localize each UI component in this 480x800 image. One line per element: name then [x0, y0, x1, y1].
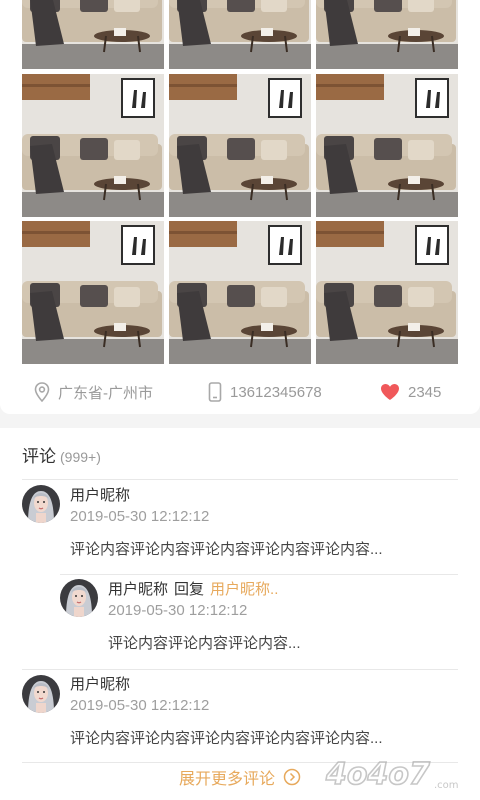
chevron-right-circle-icon — [283, 768, 301, 786]
photo-grid — [22, 0, 458, 364]
heart-icon — [381, 384, 399, 400]
like-count: 2345 — [408, 383, 442, 401]
location-info: 广东省-广州市 — [34, 382, 153, 402]
username-text: 用户昵称 — [70, 676, 131, 693]
photo-image — [316, 74, 458, 217]
photo-image — [22, 221, 164, 364]
phone-info[interactable]: 13612345678 — [208, 382, 322, 402]
watermark-logo: 4o4o7 .com — [324, 756, 459, 793]
svg-text:.com: .com — [434, 780, 459, 791]
location-text: 广东省-广州市 — [58, 384, 153, 402]
photo-image — [316, 221, 458, 364]
comment-text: 评论内容评论内容评论内容评论内容评论内容... — [70, 730, 383, 747]
comment-item: 用户昵称 2019-05-30 12:12:12 评论内容评论内容评论内容评论内… — [0, 428, 480, 758]
photo-thumbnail[interactable] — [316, 0, 458, 69]
svg-text:4o4o7: 4o4o7 — [325, 757, 430, 792]
photo-thumbnail[interactable] — [316, 74, 458, 217]
photo-image — [169, 0, 311, 69]
avatar[interactable] — [22, 675, 60, 713]
like-button[interactable]: 2345 — [380, 382, 441, 402]
photo-thumbnail[interactable] — [22, 74, 164, 217]
photo-image — [22, 0, 164, 69]
comment-time: 2019-05-30 12:12:12 — [70, 697, 210, 714]
photo-image — [169, 221, 311, 364]
photo-image — [169, 74, 311, 217]
comment-username[interactable]: 用户昵称 — [70, 673, 130, 694]
phone-icon — [208, 382, 222, 402]
post-card: 广东省-广州市 13612345678 2345 — [0, 0, 480, 414]
photo-thumbnail[interactable] — [169, 0, 311, 69]
expand-label: 展开更多评论 — [178, 771, 275, 788]
photo-thumbnail[interactable] — [316, 221, 458, 364]
location-pin-icon — [34, 382, 50, 402]
photo-thumbnail[interactable] — [22, 0, 164, 69]
photo-image — [22, 74, 164, 217]
post-meta-row: 广东省-广州市 13612345678 2345 — [0, 374, 480, 410]
photo-thumbnail[interactable] — [22, 221, 164, 364]
comments-section: 评论 (999+) 用户昵称 2019-05-30 12:12:12 评论内容评… — [0, 428, 480, 800]
photo-image — [316, 0, 458, 69]
avatar-image — [22, 675, 60, 713]
photo-thumbnail[interactable] — [169, 221, 311, 364]
phone-number: 13612345678 — [230, 383, 322, 401]
photo-thumbnail[interactable] — [169, 74, 311, 217]
